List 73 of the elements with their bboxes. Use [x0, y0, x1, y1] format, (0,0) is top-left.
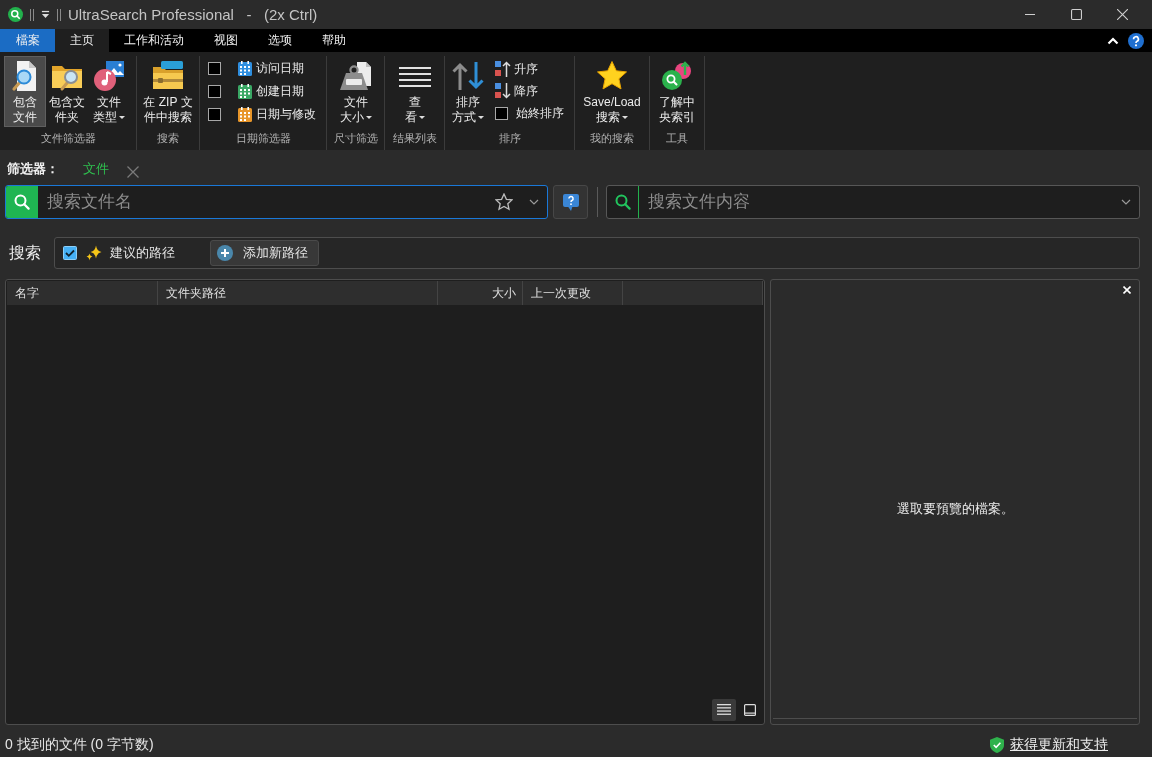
window-icon — [744, 703, 756, 716]
sort-descending-icon — [495, 83, 511, 99]
column-header[interactable]: 上一次更改 — [523, 281, 623, 305]
include-files-toggle[interactable]: 包含 文件 — [4, 56, 46, 127]
add-path-button[interactable]: 添加新路径 — [210, 240, 319, 266]
checkbox[interactable] — [208, 85, 221, 98]
ascending-button[interactable]: 升序 — [493, 58, 564, 80]
checkbox-label[interactable]: 创建日期 — [256, 83, 304, 100]
sparkle-icon — [86, 245, 102, 261]
star-icon — [596, 60, 628, 92]
checkbox-label[interactable]: 访问日期 — [256, 60, 304, 77]
checkbox-label[interactable]: 日期与修改 — [256, 106, 316, 123]
shield-check-icon — [990, 737, 1004, 753]
ribbon-group-label: 结果列表 — [391, 131, 438, 146]
save-load-button[interactable]: Save/Load 搜索 — [580, 56, 644, 127]
menu-tab[interactable]: 主页 — [55, 29, 109, 52]
help-bubble-icon — [562, 193, 579, 211]
ribbon-group-label: 工具 — [665, 131, 689, 146]
ribbon-group-label: 日期筛选器 — [234, 131, 292, 146]
ribbon-group-label: 搜索 — [156, 131, 180, 146]
filter-tab[interactable]: 文件 — [81, 160, 111, 178]
plus-circle-icon — [217, 245, 233, 261]
filter-label: 筛选器： — [7, 160, 59, 178]
ribbon-group-label: 我的搜索 — [589, 131, 635, 146]
column-header[interactable]: 文件夹路径 — [158, 281, 438, 305]
search-help-button[interactable] — [553, 185, 588, 219]
ribbon-group-label: 文件筛选器 — [39, 131, 97, 146]
list-view-button[interactable] — [712, 698, 736, 721]
chevron-down-icon[interactable] — [1121, 199, 1131, 205]
sort-by-button[interactable]: 排序 方式 — [447, 56, 489, 127]
sort-arrows-icon — [452, 60, 484, 92]
column-header[interactable]: 大小 — [438, 281, 523, 305]
column-header[interactable]: 名字 — [7, 281, 158, 305]
help-icon[interactable] — [1128, 32, 1144, 49]
zip-search-button[interactable]: 在 ZIP 文 件中搜索 — [140, 56, 196, 127]
checkbox[interactable] — [63, 246, 77, 260]
close-icon — [1116, 9, 1128, 20]
minimize-icon — [1025, 14, 1035, 15]
menu-tab[interactable]: 檔案 — [0, 29, 55, 52]
content-search-field[interactable]: 搜索文件内容 — [606, 185, 1140, 219]
chevron-down-icon[interactable] — [529, 199, 539, 205]
weight-document-icon — [339, 60, 372, 92]
checkbox[interactable] — [208, 62, 221, 75]
search-icon — [14, 194, 30, 210]
collapse-ribbon-icon[interactable] — [1107, 36, 1119, 45]
search-upload-icon — [661, 60, 693, 92]
checkbox-label[interactable]: 始終排序 — [516, 104, 564, 122]
view-button[interactable]: 查 看 — [393, 56, 436, 127]
zip-folder-icon — [152, 60, 184, 92]
checkbox[interactable] — [495, 106, 508, 120]
customize-dropdown-icon[interactable] — [41, 10, 50, 19]
search-field[interactable]: 搜索文件名 — [5, 185, 548, 219]
checkbox-label[interactable]: 建议的路径 — [110, 244, 175, 262]
sort-ascending-icon — [495, 61, 511, 77]
central-index-button[interactable]: 了解中 央索引 — [656, 56, 698, 127]
checkbox[interactable] — [208, 108, 221, 121]
star-outline-icon[interactable] — [495, 193, 513, 211]
file-type-button[interactable]: 文件 类型 — [88, 56, 130, 127]
status-summary: 0 找到的文件 (0 字节数) — [5, 736, 154, 754]
app-search-icon[interactable] — [8, 7, 23, 22]
include-folders-toggle[interactable]: 包含文 件夹 — [46, 56, 88, 127]
search-paths-label: 搜索 — [8, 243, 42, 263]
search-icon — [614, 194, 631, 210]
list-icon — [717, 704, 731, 715]
music-image-icon — [93, 60, 125, 92]
window-title: UltraSearch Professional - (2x Ctrl) — [68, 6, 318, 23]
preview-message: 選取要預覽的檔案。 — [896, 500, 1014, 518]
file-size-button[interactable]: 文件 大小 — [334, 56, 377, 127]
descending-button[interactable]: 降序 — [493, 80, 564, 102]
maximize-icon — [1070, 9, 1082, 20]
ribbon-group-label: 排序 — [497, 131, 522, 146]
ribbon-group-label: 尺寸筛选 — [332, 131, 379, 146]
update-support-link[interactable]: 获得更新和支持 — [1010, 736, 1108, 754]
